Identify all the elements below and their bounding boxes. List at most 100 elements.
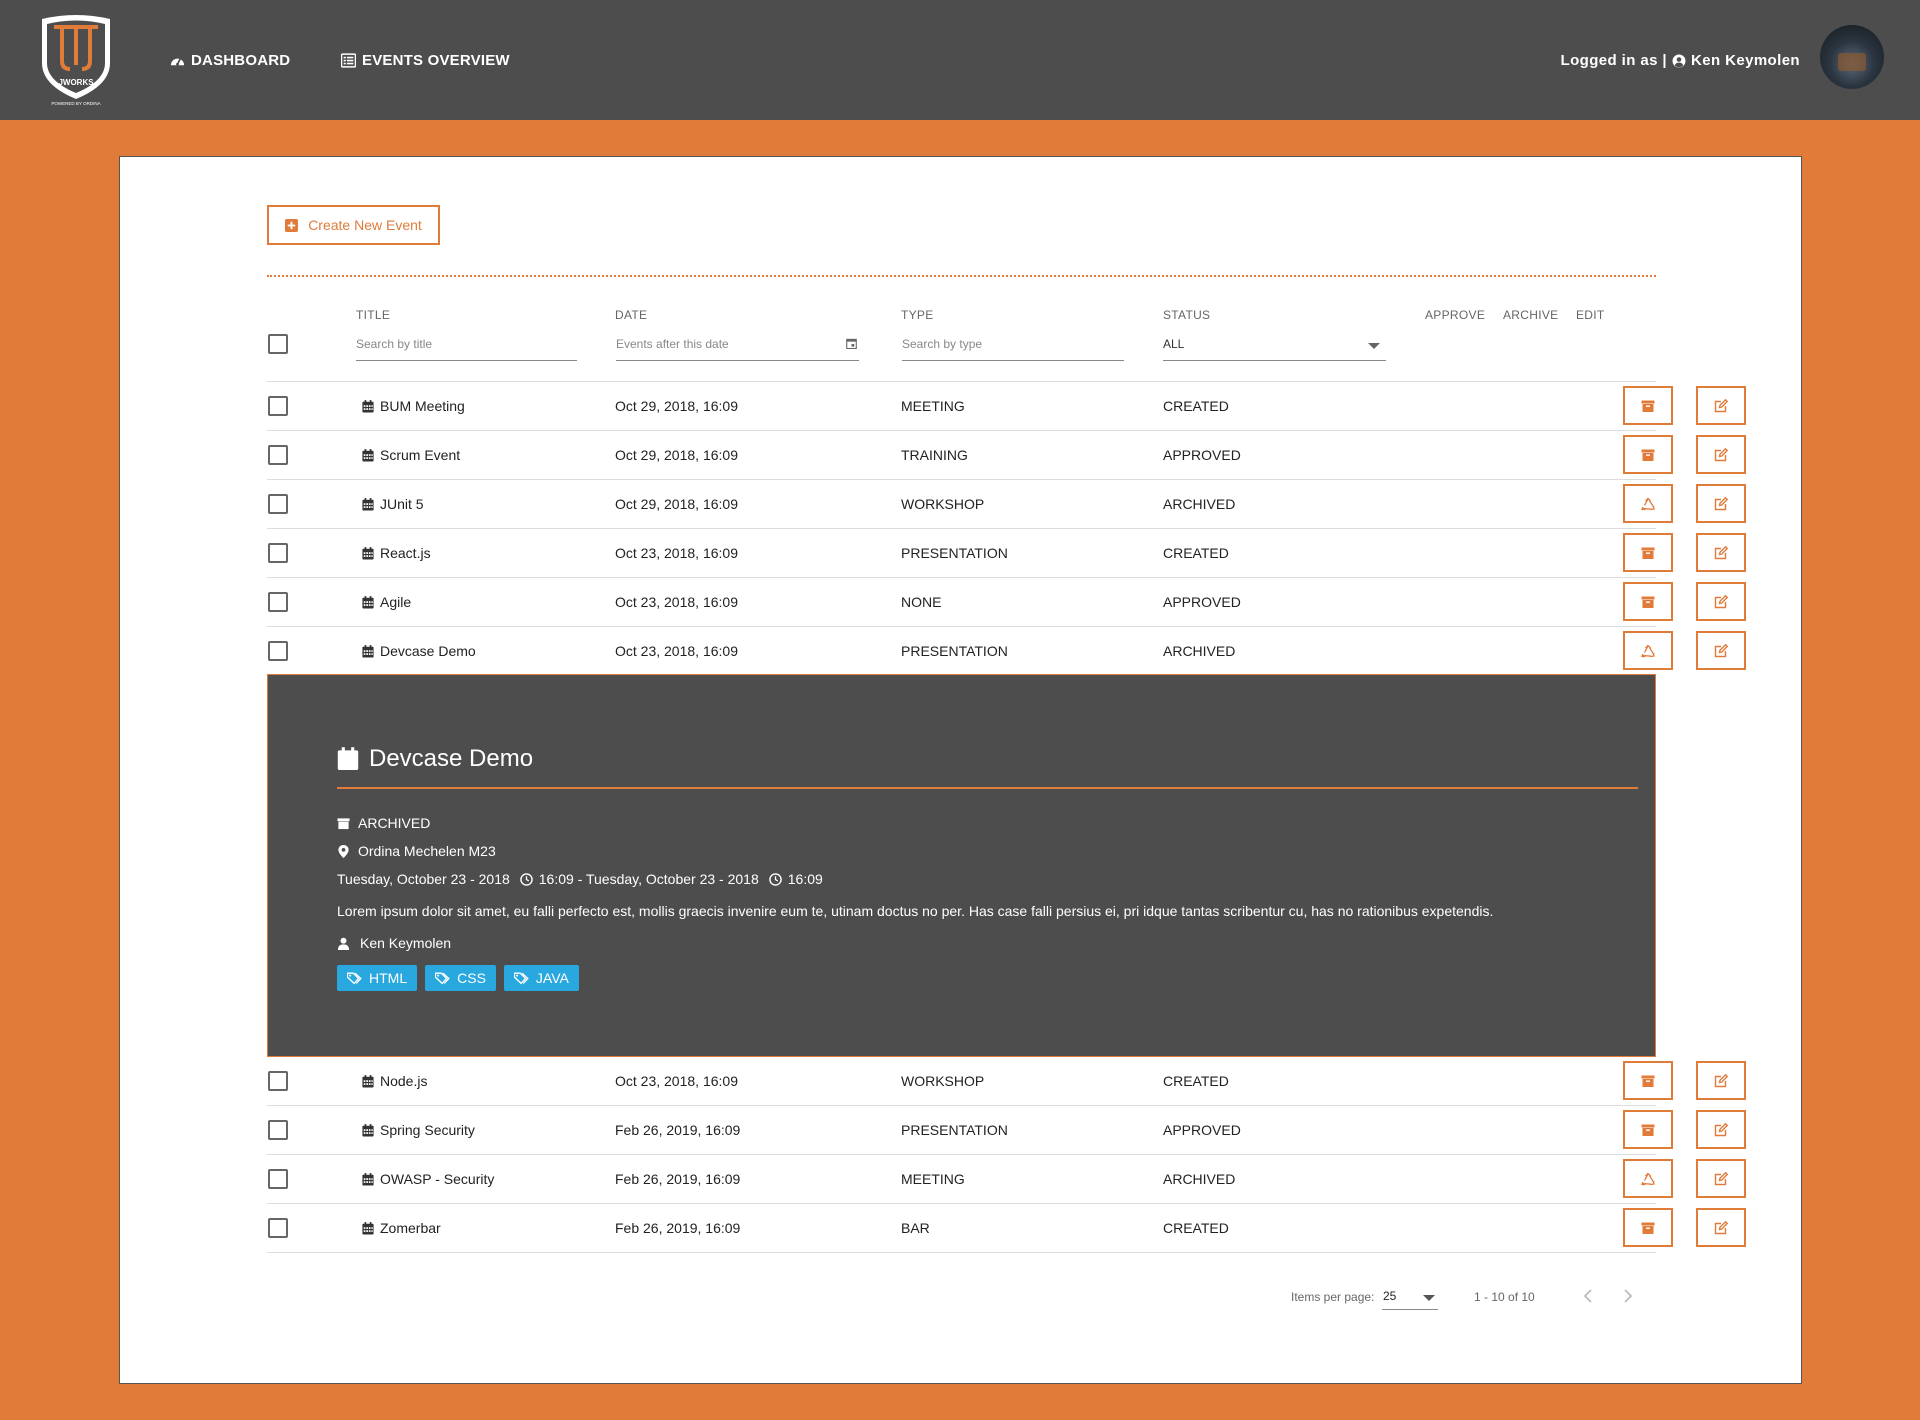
row-title-text: Agile bbox=[380, 594, 412, 610]
row-title[interactable]: Zomerbar bbox=[362, 1220, 441, 1236]
title-search-input[interactable]: Search by title bbox=[356, 333, 577, 361]
pagination-range: 1 - 10 of 10 bbox=[1474, 1290, 1535, 1304]
calendar-icon bbox=[362, 1222, 374, 1235]
row-title[interactable]: Scrum Event bbox=[362, 447, 460, 463]
row-checkbox[interactable] bbox=[268, 494, 288, 514]
table-row[interactable]: Zomerbar Feb 26, 2019, 16:09 BAR CREATED bbox=[267, 1204, 1746, 1253]
row-checkbox[interactable] bbox=[268, 1071, 288, 1091]
edit-button[interactable] bbox=[1696, 1061, 1746, 1100]
row-status: CREATED bbox=[1163, 1220, 1229, 1236]
nav-dashboard[interactable]: DASHBOARD bbox=[170, 52, 290, 69]
table-row[interactable]: Agile Oct 23, 2018, 16:09 NONE APPROVED bbox=[267, 578, 1746, 627]
row-title[interactable]: OWASP - Security bbox=[362, 1171, 494, 1187]
row-title-text: BUM Meeting bbox=[380, 398, 465, 414]
table-row[interactable]: Spring Security Feb 26, 2019, 16:09 PRESEN… bbox=[267, 1106, 1746, 1155]
tag-css[interactable]: CSS bbox=[425, 965, 496, 991]
chevron-left-icon bbox=[1582, 1289, 1594, 1303]
archive-button[interactable] bbox=[1623, 533, 1673, 572]
event-detail-panel: Devcase Demo ARCHIVED Ordina Mechelen M2… bbox=[267, 674, 1656, 1057]
calendar-icon bbox=[362, 596, 374, 609]
date-filter-input[interactable]: Events after this date bbox=[616, 333, 859, 361]
select-all-checkbox[interactable] bbox=[268, 334, 288, 354]
table-row[interactable]: Node.js Oct 23, 2018, 16:09 WORKSHOP CREATE… bbox=[267, 1057, 1746, 1106]
row-checkbox[interactable] bbox=[268, 445, 288, 465]
archive-button[interactable] bbox=[1623, 582, 1673, 621]
create-new-event-button[interactable]: Create New Event bbox=[267, 205, 440, 245]
avatar[interactable] bbox=[1820, 25, 1884, 89]
row-title[interactable]: Node.js bbox=[362, 1073, 427, 1089]
row-checkbox[interactable] bbox=[268, 641, 288, 661]
detail-datetime: Tuesday, October 23 - 2018 16:09 - Tuesd… bbox=[337, 871, 823, 887]
table-row[interactable]: JUnit 5 Oct 29, 2018, 16:09 WORKSHOP ARCHIV… bbox=[267, 480, 1746, 529]
tag-java[interactable]: JAVA bbox=[503, 965, 579, 991]
chevron-down-icon bbox=[1368, 343, 1380, 349]
table-row[interactable]: OWASP - Security Feb 26, 2019, 16:09 MEETI… bbox=[267, 1155, 1746, 1204]
calendar-picker-icon[interactable] bbox=[846, 338, 857, 349]
edit-button[interactable] bbox=[1696, 631, 1746, 670]
edit-button[interactable] bbox=[1696, 582, 1746, 621]
row-type: MEETING bbox=[901, 398, 965, 414]
edit-button[interactable] bbox=[1696, 1110, 1746, 1149]
date-filter-placeholder: Events after this date bbox=[616, 337, 729, 351]
previous-page-button[interactable] bbox=[1576, 1284, 1600, 1308]
next-page-button[interactable] bbox=[1616, 1284, 1640, 1308]
row-date: Oct 23, 2018, 16:09 bbox=[615, 1073, 738, 1089]
recycle-icon bbox=[1641, 644, 1655, 658]
row-title[interactable]: React.js bbox=[362, 545, 431, 561]
items-per-page-select[interactable]: 25 bbox=[1382, 1285, 1438, 1310]
row-type: PRESENTATION bbox=[901, 643, 1008, 659]
row-title[interactable]: Devcase Demo bbox=[362, 643, 476, 659]
detail-title-text: Devcase Demo bbox=[369, 745, 534, 772]
edit-button[interactable] bbox=[1696, 435, 1746, 474]
row-title[interactable]: Spring Security bbox=[362, 1122, 475, 1138]
row-date: Oct 23, 2018, 16:09 bbox=[615, 643, 738, 659]
type-search-input[interactable]: Search by type bbox=[902, 333, 1124, 361]
edit-button[interactable] bbox=[1696, 1208, 1746, 1247]
table-row[interactable]: BUM Meeting Oct 29, 2018, 16:09 MEETING CRE… bbox=[267, 382, 1746, 431]
table-row[interactable]: Devcase Demo Oct 23, 2018, 16:09 PRESENTAT… bbox=[267, 627, 1746, 676]
row-title[interactable]: JUnit 5 bbox=[362, 496, 424, 512]
table-row[interactable]: Scrum Event Oct 29, 2018, 16:09 TRAINING AP… bbox=[267, 431, 1746, 480]
archive-button[interactable] bbox=[1623, 435, 1673, 474]
row-checkbox[interactable] bbox=[268, 592, 288, 612]
jworks-logo[interactable]: JWORKS POWERED BY ORDINA bbox=[38, 13, 114, 107]
restore-button[interactable] bbox=[1623, 484, 1673, 523]
calendar-icon bbox=[362, 547, 374, 560]
row-checkbox[interactable] bbox=[268, 543, 288, 563]
restore-button[interactable] bbox=[1623, 1159, 1673, 1198]
row-title[interactable]: BUM Meeting bbox=[362, 398, 465, 414]
chevron-right-icon bbox=[1622, 1289, 1634, 1303]
edit-icon bbox=[1714, 1172, 1728, 1186]
tag-html[interactable]: HTML bbox=[337, 965, 418, 991]
calendar-icon bbox=[362, 1173, 374, 1186]
archive-button[interactable] bbox=[1623, 1110, 1673, 1149]
calendar-icon bbox=[362, 645, 374, 658]
edit-icon bbox=[1714, 1123, 1728, 1137]
archive-button[interactable] bbox=[1623, 1208, 1673, 1247]
edit-button[interactable] bbox=[1696, 386, 1746, 425]
detail-end-time: 16:09 bbox=[787, 871, 823, 887]
row-checkbox[interactable] bbox=[268, 1218, 288, 1238]
row-checkbox[interactable] bbox=[268, 1169, 288, 1189]
header-edit: EDIT bbox=[1576, 308, 1605, 322]
table-row[interactable]: React.js Oct 23, 2018, 16:09 PRESENTATION C… bbox=[267, 529, 1746, 578]
edit-button[interactable] bbox=[1696, 484, 1746, 523]
archive-button[interactable] bbox=[1623, 386, 1673, 425]
row-date: Oct 29, 2018, 16:09 bbox=[615, 447, 738, 463]
edit-button[interactable] bbox=[1696, 1159, 1746, 1198]
archive-button[interactable] bbox=[1623, 1061, 1673, 1100]
row-title[interactable]: Agile bbox=[362, 594, 411, 610]
status-select[interactable]: ALL bbox=[1163, 333, 1386, 361]
row-type: BAR bbox=[901, 1220, 930, 1236]
row-date: Feb 26, 2019, 16:09 bbox=[615, 1122, 741, 1138]
nav-events-overview[interactable]: EVENTS OVERVIEW bbox=[341, 52, 510, 69]
logged-in-label: Logged in as | bbox=[1560, 52, 1667, 69]
row-checkbox[interactable] bbox=[268, 1120, 288, 1140]
detail-tags: HTML CSS JAVA bbox=[337, 965, 579, 991]
row-checkbox[interactable] bbox=[268, 396, 288, 416]
top-nav-bar: JWORKS POWERED BY ORDINA DASHBOARD EVENT… bbox=[0, 0, 1920, 120]
edit-button[interactable] bbox=[1696, 533, 1746, 572]
header-approve: APPROVE bbox=[1425, 308, 1486, 322]
restore-button[interactable] bbox=[1623, 631, 1673, 670]
row-status: ARCHIVED bbox=[1163, 643, 1236, 659]
